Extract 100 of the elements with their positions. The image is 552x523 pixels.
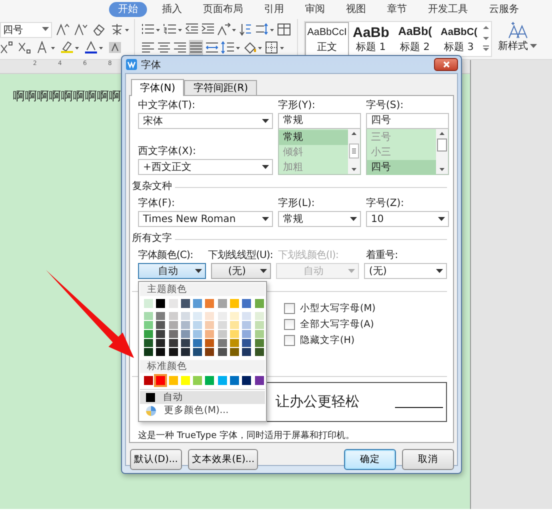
dropdown-field[interactable]: +西文正文	[138, 159, 273, 175]
color-swatch[interactable]	[242, 312, 252, 320]
checkbox-label[interactable]: 小型大写字母(M)	[300, 302, 376, 315]
text-direction-icon[interactable]	[217, 22, 237, 37]
input-field[interactable]: 四号	[366, 113, 449, 129]
color-swatch[interactable]	[218, 348, 227, 356]
color-swatch[interactable]	[218, 299, 227, 308]
color-swatch[interactable]	[254, 312, 264, 320]
superscript-icon[interactable]	[0, 40, 14, 55]
menu-item[interactable]: 自动	[140, 391, 265, 404]
scrollbar[interactable]	[436, 129, 448, 174]
color-swatch[interactable]	[218, 376, 227, 385]
distribute-icon[interactable]	[205, 40, 219, 55]
line-spacing-icon[interactable]	[221, 40, 241, 55]
color-swatch[interactable]	[230, 330, 240, 338]
table-layout-icon[interactable]	[277, 22, 291, 37]
justify-icon[interactable]	[189, 40, 203, 55]
color-swatch[interactable]	[254, 299, 264, 308]
color-swatch[interactable]	[218, 321, 227, 329]
color-swatch[interactable]	[180, 376, 190, 385]
dialog-button[interactable]: 文本效果(E)...	[188, 449, 258, 470]
dropdown-field[interactable]: 常规	[278, 211, 361, 227]
dialog-tab[interactable]: 字符间距(R)	[184, 80, 258, 95]
color-swatch[interactable]	[144, 321, 153, 329]
dialog-button[interactable]: 默认(D)...	[130, 449, 182, 470]
dropdown-field[interactable]: 10	[366, 211, 449, 227]
dropdown-field[interactable]: 自动	[138, 263, 206, 279]
color-swatch[interactable]	[242, 348, 252, 356]
list-item[interactable]: 四号	[367, 160, 436, 175]
ribbon-tab[interactable]: 章节	[381, 2, 413, 17]
color-swatch[interactable]	[168, 348, 178, 356]
color-swatch[interactable]	[242, 330, 252, 338]
phonetic-guide-icon[interactable]	[110, 22, 130, 37]
style-option[interactable]: AaBb 标题 1	[349, 22, 393, 56]
ribbon-tab[interactable]: 云服务	[483, 2, 525, 17]
color-swatch[interactable]	[144, 299, 153, 308]
font-grow-icon[interactable]	[56, 22, 70, 37]
color-swatch[interactable]	[254, 376, 264, 385]
color-swatch[interactable]	[180, 312, 190, 320]
color-swatch[interactable]	[205, 348, 214, 356]
sort-icon[interactable]	[239, 22, 253, 37]
color-swatch[interactable]	[205, 312, 214, 320]
color-swatch[interactable]	[254, 348, 264, 356]
color-swatch[interactable]	[180, 321, 190, 329]
color-swatch[interactable]	[193, 321, 202, 329]
color-swatch[interactable]	[144, 339, 153, 347]
color-swatch[interactable]	[156, 321, 166, 329]
checkbox[interactable]	[284, 319, 295, 330]
color-swatch[interactable]	[156, 312, 166, 320]
color-swatch[interactable]	[180, 339, 190, 347]
color-swatch[interactable]	[205, 339, 214, 347]
color-swatch[interactable]	[254, 321, 264, 329]
color-swatch[interactable]	[168, 321, 178, 329]
dropdown-field[interactable]: (无)	[364, 263, 447, 279]
style-option[interactable]: AaBbC( 标题 3	[437, 22, 481, 56]
color-swatch[interactable]	[193, 312, 202, 320]
list-box[interactable]: 三号 小三 四号	[366, 129, 449, 175]
color-swatch[interactable]	[193, 376, 202, 385]
ribbon-tab[interactable]: 插入	[156, 2, 188, 17]
color-swatch[interactable]	[193, 348, 202, 356]
character-shading-icon[interactable]	[108, 40, 122, 55]
color-swatch[interactable]	[156, 299, 166, 308]
color-swatch[interactable]	[144, 376, 153, 385]
color-swatch[interactable]	[168, 299, 178, 308]
ribbon-tab[interactable]: 引用	[258, 2, 290, 17]
ribbon-tab[interactable]: 开发工具	[422, 2, 474, 17]
spacing-icon[interactable]	[255, 22, 275, 37]
color-swatch[interactable]	[156, 376, 166, 385]
dialog-button[interactable]: 取消	[402, 449, 454, 470]
color-swatch[interactable]	[254, 330, 264, 338]
color-swatch[interactable]	[242, 299, 252, 308]
color-swatch[interactable]	[218, 312, 227, 320]
color-swatch[interactable]	[218, 339, 227, 347]
color-swatch[interactable]	[230, 339, 240, 347]
checkbox-label[interactable]: 隐藏文字(H)	[300, 334, 355, 347]
paint-bucket-icon[interactable]	[243, 40, 263, 55]
color-swatch[interactable]	[205, 330, 214, 338]
eraser-icon[interactable]	[92, 22, 106, 37]
color-swatch[interactable]	[156, 348, 166, 356]
font-shrink-icon[interactable]	[74, 22, 88, 37]
color-swatch[interactable]	[230, 312, 240, 320]
list-box[interactable]: 常规 倾斜 加粗	[278, 129, 361, 175]
align-right-icon[interactable]	[173, 40, 187, 55]
checkbox-label[interactable]: 全部大写字母(A)	[300, 318, 374, 331]
color-swatch[interactable]	[180, 330, 190, 338]
dialog-button[interactable]: 确定	[344, 449, 396, 470]
color-swatch[interactable]	[144, 330, 153, 338]
color-swatch[interactable]	[242, 321, 252, 329]
color-swatch[interactable]	[230, 321, 240, 329]
color-swatch[interactable]	[180, 299, 190, 308]
checkbox[interactable]	[284, 335, 295, 346]
ribbon-tab[interactable]: 审阅	[299, 2, 331, 17]
dialog-tab[interactable]: 字体(N)	[131, 79, 184, 96]
style-option[interactable]: AaBb( 标题 2	[393, 22, 437, 56]
numbering-icon[interactable]	[163, 22, 183, 37]
dropdown-field[interactable]: 宋体	[138, 113, 273, 129]
checkbox[interactable]	[284, 303, 295, 314]
color-swatch[interactable]	[168, 339, 178, 347]
color-swatch[interactable]	[242, 376, 252, 385]
color-swatch[interactable]	[230, 348, 240, 356]
